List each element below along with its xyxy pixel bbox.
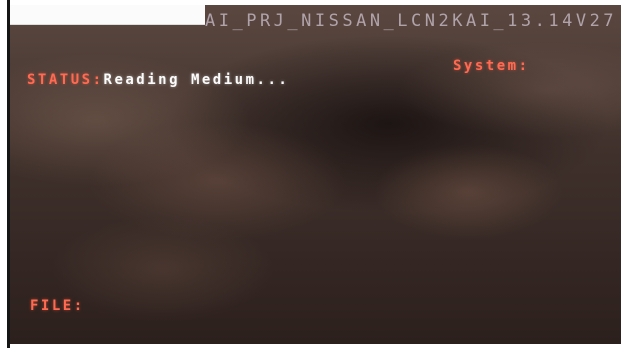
build-version-text: AI_PRJ_NISSAN_LCN2KAI_13.14V27 [205, 11, 618, 31]
status-label: STATUS: [27, 72, 104, 88]
status-value: Reading Medium... [103, 72, 290, 88]
status-line: STATUS:Reading Medium... [27, 72, 289, 88]
photo-frame: AI_PRJ_NISSAN_LCN2KAI_13.14V27 STATUS:Re… [0, 0, 623, 348]
left-bezel [0, 0, 10, 348]
system-label: System: [453, 58, 530, 74]
file-label: FILE: [30, 298, 85, 314]
header-highlight-bar [10, 5, 205, 25]
update-screen: AI_PRJ_NISSAN_LCN2KAI_13.14V27 STATUS:Re… [10, 5, 621, 344]
